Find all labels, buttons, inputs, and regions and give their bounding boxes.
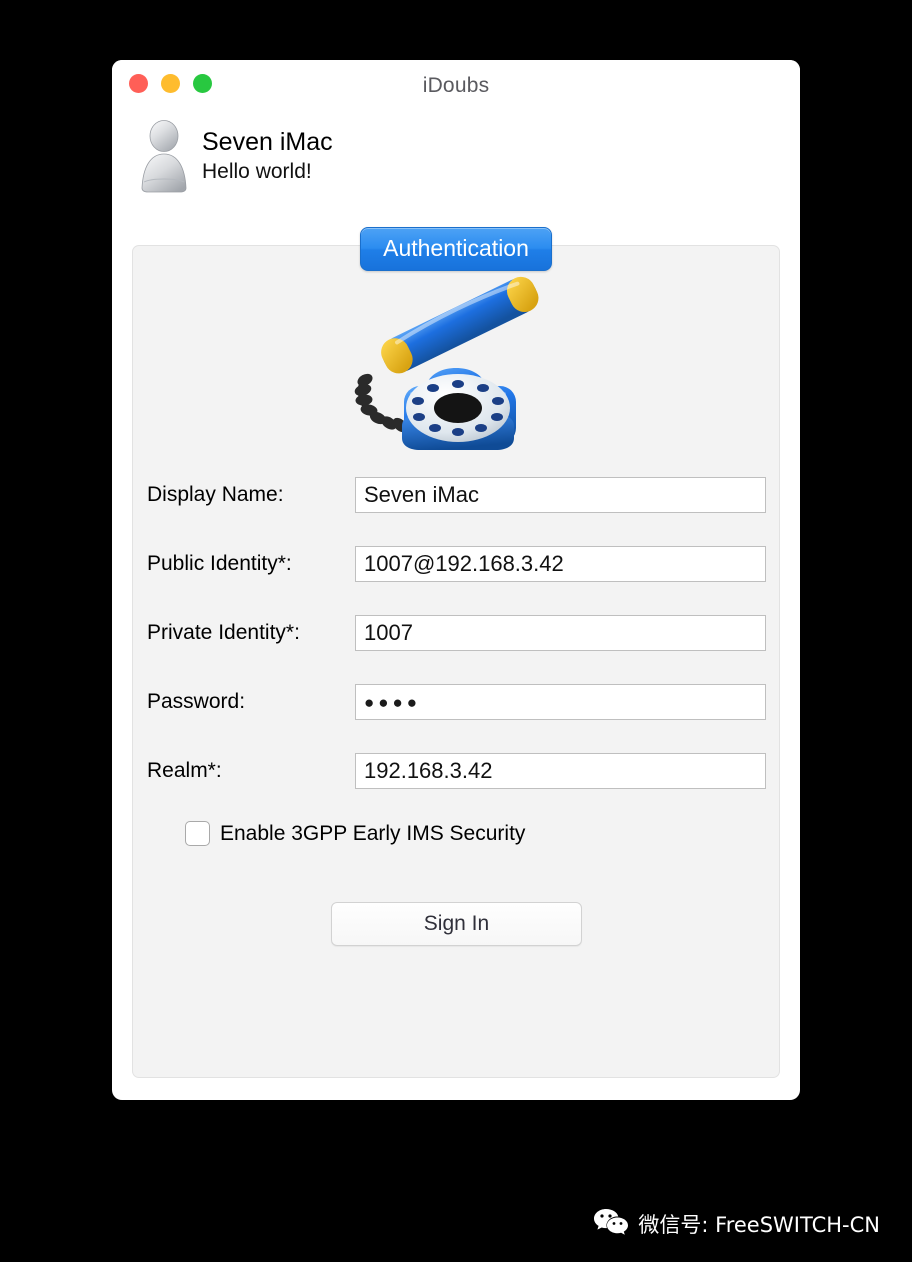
password-mask: ●●●●: [364, 692, 422, 712]
label-realm: Realm*:: [147, 759, 222, 782]
field-row-realm: Realm*: 192.168.3.42: [147, 752, 766, 790]
input-realm[interactable]: 192.168.3.42: [355, 753, 766, 789]
input-display-name[interactable]: Seven iMac: [355, 477, 766, 513]
field-row-password: Password: ●●●●: [147, 683, 766, 721]
window-title: iDoubs: [422, 74, 490, 97]
input-password[interactable]: ●●●●: [355, 684, 766, 720]
checkbox-row-early-ims[interactable]: Enable 3GPP Early IMS Security: [185, 821, 766, 846]
account-name: Seven iMac: [202, 127, 333, 156]
checkbox-early-ims-security[interactable]: [185, 821, 210, 846]
label-password: Password:: [147, 690, 246, 713]
hero-image-container: [133, 268, 779, 473]
input-public-identity[interactable]: 1007@192.168.3.42: [355, 546, 766, 582]
field-row-display-name: Display Name: Seven iMac: [147, 476, 766, 514]
label-display-name: Display Name:: [147, 483, 284, 506]
account-summary: Seven iMac Hello world!: [138, 118, 333, 194]
tab-authentication[interactable]: Authentication: [360, 227, 552, 272]
sign-in-button[interactable]: Sign In: [331, 902, 582, 946]
label-public-identity: Public Identity*:: [147, 552, 292, 575]
field-row-private-identity: Private Identity*: 1007: [147, 614, 766, 652]
input-private-identity[interactable]: 1007: [355, 615, 766, 651]
label-private-identity: Private Identity*:: [147, 621, 300, 644]
watermark: 微信号: FreeSWITCH-CN: [594, 1207, 880, 1240]
checkbox-label-early-ims-security: Enable 3GPP Early IMS Security: [220, 821, 526, 845]
rotary-telephone-icon: [340, 268, 572, 473]
authentication-panel: Display Name: Seven iMac Public Identity…: [132, 245, 780, 1078]
app-window: iDoubs Seven iMac Hello world! Authentic…: [112, 60, 800, 1100]
tab-bar: Authentication: [112, 227, 800, 272]
window-titlebar: iDoubs: [112, 60, 800, 114]
authentication-form: Display Name: Seven iMac Public Identity…: [133, 476, 779, 946]
person-avatar-icon: [138, 118, 190, 194]
submit-row: Sign In: [147, 902, 766, 946]
watermark-text: 微信号: FreeSWITCH-CN: [638, 1212, 880, 1237]
field-row-public-identity: Public Identity*: 1007@192.168.3.42: [147, 545, 766, 583]
wechat-icon: [594, 1207, 629, 1240]
account-status: Hello world!: [202, 160, 312, 184]
